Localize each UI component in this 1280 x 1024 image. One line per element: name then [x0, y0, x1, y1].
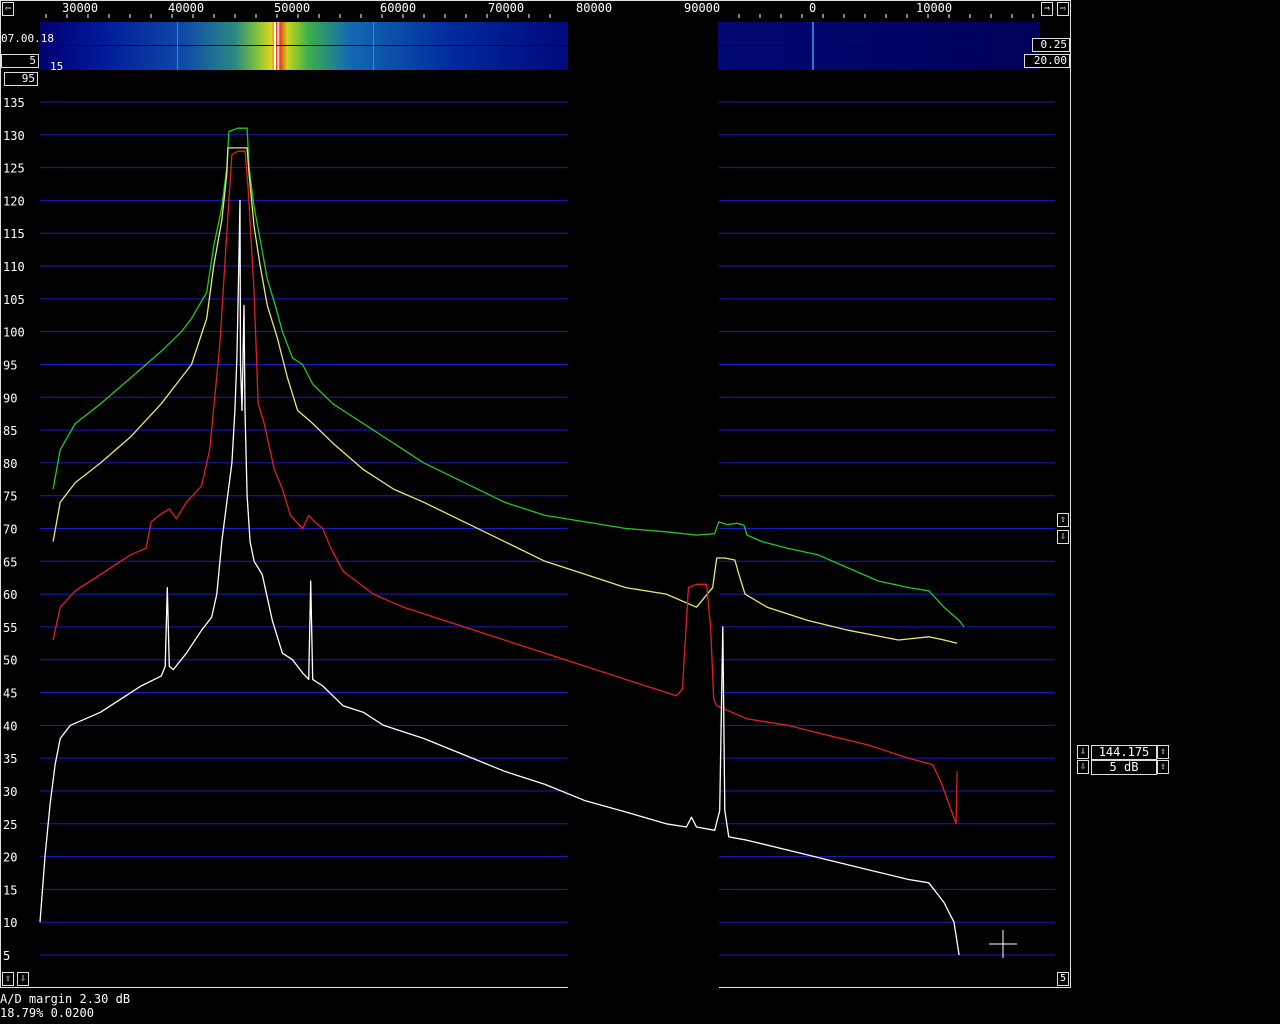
spectrum-trace-yellow: [52, 147, 958, 644]
waterfall-gain-box[interactable]: 0.25: [1032, 38, 1070, 52]
arrow-down-icon: ⇩: [19, 973, 27, 984]
waterfall-zero-box[interactable]: 20.00: [1024, 54, 1070, 68]
frequency-tick-label: 40000: [168, 1, 204, 15]
y-tick-label: 135: [3, 96, 25, 110]
arrow-right-icon: ⇒: [1043, 3, 1051, 14]
arrow-right-icon: ⇨: [1059, 3, 1067, 14]
y-tick-label: 60: [3, 588, 17, 602]
y-tick-label: 100: [3, 326, 25, 340]
status-line-2: 18.79% 0.0200: [0, 1006, 94, 1020]
waterfall-peak-line: [274, 22, 276, 70]
frequency-tick-label: 10000: [916, 1, 952, 15]
waterfall-spur-line: [373, 22, 374, 70]
frequency-readout[interactable]: 144.175: [1091, 745, 1157, 760]
arrow-up-icon: ⇧: [1059, 514, 1067, 525]
frequency-scale-svg: 30000 40000 50000 60000 70000 80000 90000 0 1000…: [45, 1, 1034, 18]
arrow-left-icon: ⇦: [4, 3, 12, 14]
arrow-down-icon: ⇩: [1079, 761, 1087, 772]
y-tick-label: 90: [3, 391, 17, 405]
y-tick-label: 45: [3, 687, 17, 701]
db-down-button[interactable]: ⇩: [1077, 760, 1089, 774]
scale-up-button[interactable]: ⇧: [2, 972, 14, 986]
crosshair-cursor-icon: [989, 930, 1017, 958]
scroll-down-button[interactable]: ⇩: [1057, 530, 1069, 544]
freq-down-button[interactable]: ⇩: [1077, 745, 1089, 759]
scroll-right-button[interactable]: ⇒: [1041, 2, 1053, 16]
y-tick-label: 30: [3, 785, 17, 799]
arrow-up-icon: ⇧: [4, 973, 12, 984]
y-tick-label: 75: [3, 490, 17, 504]
y-tick-label: 105: [3, 293, 25, 307]
scroll-left-button[interactable]: ⇦: [2, 2, 14, 16]
scroll-right-fast-button[interactable]: ⇨: [1057, 2, 1069, 16]
waterfall-divider: [40, 45, 1070, 46]
y-tick-label: 120: [3, 194, 25, 208]
freq-up-button[interactable]: ⇧: [1157, 745, 1169, 759]
frequency-scale[interactable]: 30000 40000 50000 60000 70000 80000 90000 0 1000…: [16, 1, 1040, 18]
y-tick-label: 85: [3, 424, 17, 438]
ad-margin-status: A/D margin 2.30 dB: [0, 992, 131, 1006]
y-tick-label: 5: [3, 949, 10, 963]
y-tick-label: 10: [3, 916, 17, 930]
frequency-tick-label: 90000: [684, 1, 720, 15]
y-tick-label: 20: [3, 851, 17, 865]
waterfall-value-box[interactable]: 5: [1, 54, 39, 68]
arrow-down-icon: ⇩: [1079, 746, 1087, 757]
y-tick-label: 15: [3, 883, 17, 897]
frequency-tick-label: 50000: [274, 1, 310, 15]
frequency-tick-label: 30000: [62, 1, 98, 15]
db-up-button[interactable]: ⇧: [1157, 760, 1169, 774]
spectrum-trace-white: [39, 199, 960, 956]
arrow-up-icon: ⇧: [1159, 746, 1167, 757]
spectrum-app: ⇦ ⇐ 300004000050000600007000080000900000…: [0, 0, 1280, 1024]
frequency-tick-label: 60000: [380, 1, 416, 15]
scale-down-button[interactable]: ⇩: [17, 972, 29, 986]
y-tick-label: 65: [3, 555, 17, 569]
db-step-readout[interactable]: 5 dB: [1091, 760, 1157, 775]
frequency-tick-label: 80000: [576, 1, 612, 15]
frequency-tick-label: 70000: [488, 1, 524, 15]
spectrum-trace-red: [52, 150, 958, 825]
arrow-up-icon: ⇧: [1159, 761, 1167, 772]
y-tick-label: 125: [3, 162, 25, 176]
waterfall-display[interactable]: [40, 22, 1070, 70]
arrow-down-icon: ⇩: [1059, 531, 1067, 542]
y-tick-label: 95: [3, 358, 17, 372]
y-tick-label: 80: [3, 457, 17, 471]
waterfall-time-label: 07.00.18: [1, 32, 54, 45]
y-tick-label: 35: [3, 752, 17, 766]
bottom-right-value-box[interactable]: 5: [1057, 972, 1069, 986]
spectrum-trace-green: [52, 127, 965, 628]
y-tick-label: 70: [3, 523, 17, 537]
blank-segment: [568, 70, 719, 988]
y-tick-label: 50: [3, 654, 17, 668]
y-tick-label: 115: [3, 227, 25, 241]
y-tick-label: 40: [3, 719, 17, 733]
waterfall-spur-line: [177, 22, 178, 70]
spectrum-chart[interactable]: 5 10 15 20 25 30 35 40 45 50 55 60 65 70 75 80 85 90 95 100…: [0, 70, 1071, 988]
waterfall-blank: [568, 22, 718, 70]
waterfall-peak-line: [812, 22, 814, 70]
y-tick-label: 110: [3, 260, 25, 274]
y-tick-label: 25: [3, 818, 17, 832]
y-tick-label: 55: [3, 621, 17, 635]
frequency-tick-label: 0: [809, 1, 816, 15]
y-tick-label: 130: [3, 129, 25, 143]
scroll-up-button[interactable]: ⇧: [1057, 513, 1069, 527]
